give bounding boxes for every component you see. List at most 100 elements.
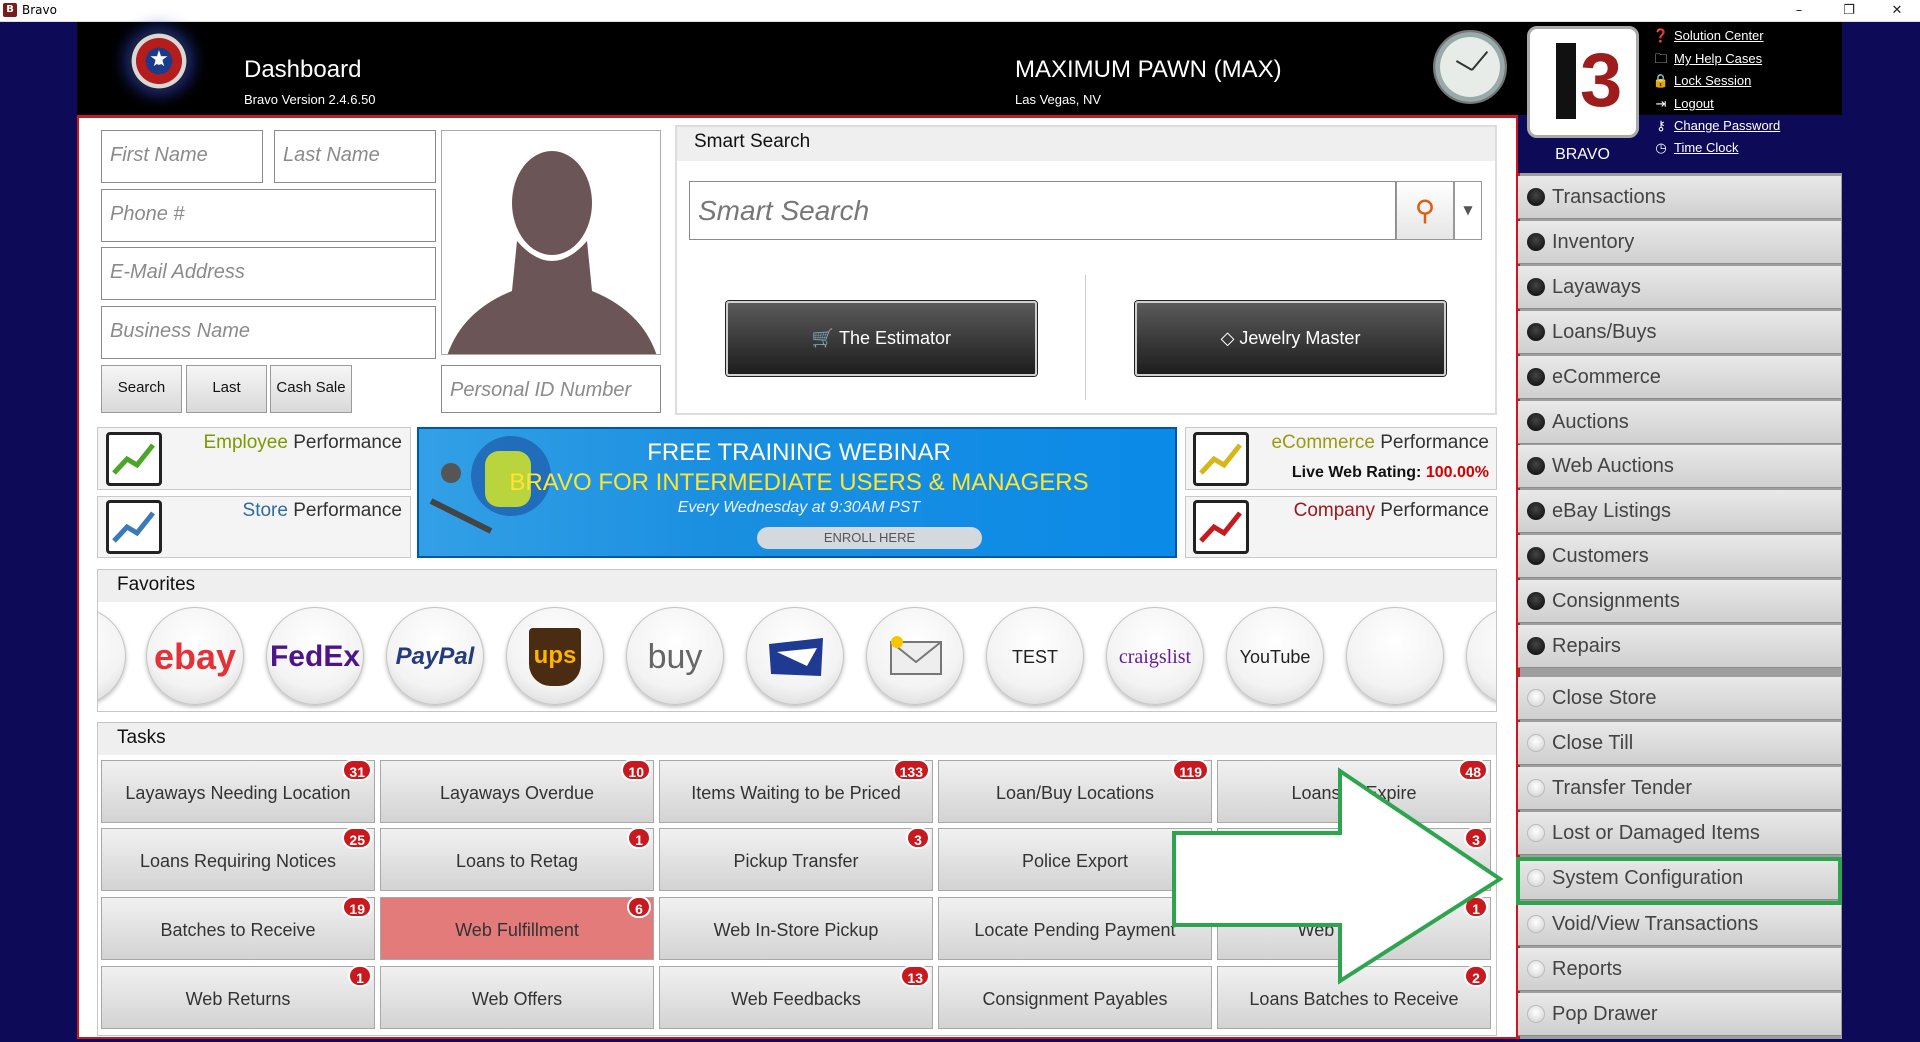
favorite-blank[interactable] [1346, 607, 1444, 705]
cash-sale-button[interactable]: Cash Sale [270, 365, 352, 413]
jewelry-master-button[interactable]: ◇ Jewelry Master [1135, 301, 1446, 376]
menu-bullet-icon [1527, 188, 1545, 206]
lock-session-link[interactable]: 🔒 Lock Session [1652, 73, 1751, 93]
menu-item[interactable]: Reports [1518, 947, 1841, 991]
menu-item[interactable]: Auctions [1518, 400, 1841, 444]
menu-bullet-icon [1527, 914, 1545, 933]
search-magnifier-button[interactable]: ⚲ [1396, 181, 1454, 240]
enroll-here-button[interactable]: ENROLL HERE [757, 527, 982, 549]
menu-item[interactable]: Repairs [1518, 625, 1841, 668]
email-input[interactable]: E-Mail Address [101, 247, 436, 300]
favorite-test[interactable]: TEST [986, 607, 1084, 705]
favorite-mail[interactable] [866, 607, 964, 705]
task-tile[interactable]: Layaways Needing Location 31 [101, 759, 375, 823]
close-button[interactable]: ✕ [1874, 0, 1920, 22]
task-tile[interactable]: Web Feedbacks 13 [659, 965, 933, 1029]
menu-item[interactable]: Consignments [1518, 580, 1841, 624]
task-count-badge: 133 [892, 759, 930, 781]
task-count-badge: 31 [342, 759, 372, 781]
personal-id-input[interactable]: Personal ID Number [441, 365, 661, 413]
business-name-input[interactable]: Business Name [101, 306, 436, 359]
search-dropdown-button[interactable]: ▼ [1454, 181, 1482, 240]
menu-item[interactable]: Customers [1518, 535, 1841, 579]
favorite-partial-right[interactable] [1466, 607, 1496, 705]
task-tile[interactable]: Layaways Overdue 10 [380, 759, 654, 823]
task-tile[interactable]: Web Offers [380, 966, 654, 1029]
favorite-ups[interactable]: ups [506, 607, 604, 705]
task-tile[interactable]: Items Waiting to be Priced 133 [659, 759, 933, 823]
smart-search-input[interactable]: Smart Search [689, 181, 1396, 240]
menu-item-label: Consignments [1552, 590, 1680, 613]
menu-item[interactable]: Layaways [1518, 265, 1841, 309]
chart-store-icon [106, 500, 162, 554]
menu-item[interactable]: Web Auctions [1518, 445, 1841, 489]
menu-bullet-icon [1527, 457, 1545, 476]
last-name-input[interactable]: Last Name [274, 130, 436, 183]
favorites-carousel[interactable]: ebay FedEx PayPal ups buy TEST craigslis… [98, 603, 1496, 711]
task-tile[interactable]: Batches to Receive 19 [101, 896, 375, 960]
employee-performance-label: Employee Performance [203, 432, 402, 453]
menu-bullet-icon [1527, 734, 1545, 753]
task-label: Web Offers [471, 989, 563, 1009]
window-title-bar: B Bravo – ❐ ✕ [0, 0, 1920, 22]
menu-item[interactable]: Lost or Damaged Items [1518, 812, 1841, 856]
menu-item[interactable]: Transfer Tender [1518, 767, 1841, 811]
favorite-partial[interactable] [98, 607, 126, 705]
favorite-usps[interactable] [746, 607, 844, 705]
banner-line2: BRAVO FOR INTERMEDIATE USERS & MANAGERS [509, 469, 1089, 496]
menu-item-label: Pop Drawer [1552, 1002, 1658, 1025]
training-webinar-banner[interactable]: FREE TRAINING WEBINAR BRAVO FOR INTERMED… [417, 427, 1177, 558]
task-tile[interactable]: Loans Requiring Notices 25 [101, 827, 375, 891]
menu-item[interactable]: Inventory [1518, 220, 1841, 264]
task-label: Loans to Retag [455, 851, 579, 871]
menu-item[interactable]: eBay Listings [1518, 490, 1841, 534]
task-label: Layaways Needing Location [125, 783, 351, 803]
favorite-youtube[interactable]: YouTube [1226, 607, 1324, 705]
task-label: Web In-Store Pickup [713, 920, 879, 940]
last-button[interactable]: Last [186, 365, 267, 413]
search-button[interactable]: Search [101, 365, 182, 413]
task-tile[interactable]: Web Returns 1 [101, 965, 375, 1029]
task-tile[interactable]: Pickup Transfer 3 [659, 827, 933, 891]
favorite-fedex[interactable]: FedEx [266, 607, 364, 705]
task-label: Loans Requiring Notices [139, 851, 337, 871]
logout-link[interactable]: ⇥ Logout [1652, 96, 1714, 116]
menu-bullet-icon [1527, 824, 1545, 843]
task-label: Pickup Transfer [733, 851, 859, 871]
menu-item-label: Loans/Buys [1552, 320, 1657, 343]
first-name-input[interactable]: First Name [101, 130, 263, 183]
menu-item[interactable]: Pop Drawer [1518, 992, 1841, 1036]
menu-item-label: Inventory [1552, 230, 1635, 253]
menu-item[interactable]: Transactions [1518, 176, 1841, 219]
menu-item[interactable]: eCommerce [1518, 355, 1841, 399]
favorite-buy[interactable]: buy [626, 607, 724, 705]
time-clock-link[interactable]: ◷ Time Clock [1652, 140, 1738, 160]
my-help-cases-link[interactable]: 🗀 My Help Cases [1652, 50, 1762, 70]
customer-photo[interactable] [441, 130, 661, 355]
diamond-icon: ◇ [1220, 328, 1240, 348]
task-count-badge: 1 [348, 965, 372, 987]
favorites-header [98, 570, 1496, 602]
solution-center-link[interactable]: ❓ Solution Center [1652, 28, 1764, 48]
bravo-app-icon: B [3, 3, 17, 17]
menu-bullet-icon [1527, 689, 1545, 707]
favorite-paypal[interactable]: PayPal [386, 607, 484, 705]
change-password-link[interactable]: ⚷ Change Password [1652, 118, 1780, 138]
phone-input[interactable]: Phone # [101, 189, 436, 242]
chevron-down-icon: ▼ [1463, 203, 1473, 217]
task-tile[interactable]: Web Fulfillment 6 [380, 896, 654, 960]
estimator-button[interactable]: 🛒 The Estimator [726, 301, 1037, 376]
restore-button[interactable]: ❐ [1826, 0, 1872, 22]
minimize-button[interactable]: – [1776, 0, 1822, 22]
chart-company-icon [1193, 500, 1249, 554]
task-tile[interactable]: Web In-Store Pickup [659, 897, 933, 960]
cart-icon: 🛒 [811, 328, 840, 348]
menu-item[interactable]: Close Till [1518, 722, 1841, 766]
menu-item[interactable]: Close Store [1518, 677, 1841, 720]
menu-bullet-icon [1527, 367, 1545, 386]
favorite-ebay[interactable]: ebay [146, 607, 244, 705]
menu-item[interactable]: Loans/Buys [1518, 310, 1841, 354]
task-tile[interactable]: Loans to Retag 1 [380, 827, 654, 891]
favorite-craigslist[interactable]: craigslist [1106, 607, 1204, 705]
menu-item[interactable]: Void/View Transactions [1518, 902, 1841, 946]
